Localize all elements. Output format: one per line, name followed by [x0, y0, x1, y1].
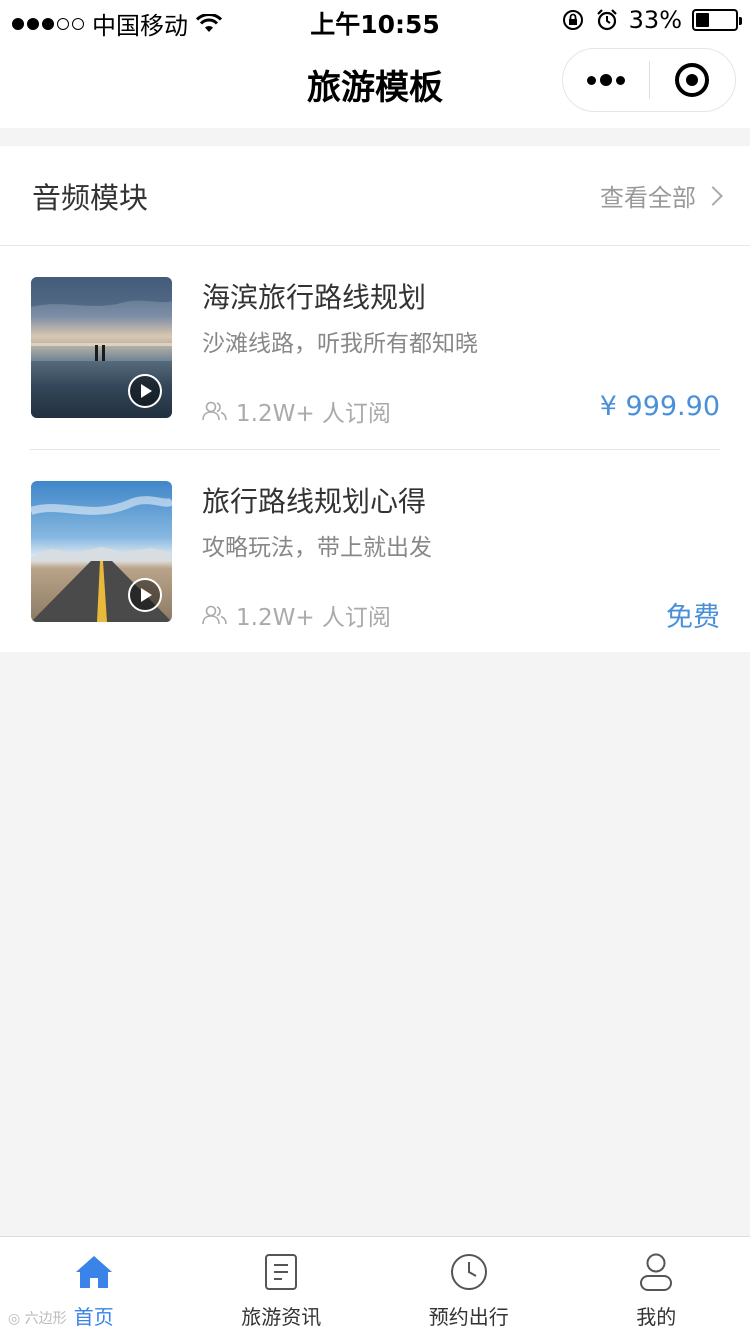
subscriber-label: 1.2W+ 人订阅: [236, 401, 391, 427]
section-header: 音频模块 查看全部: [0, 146, 750, 246]
chevron-right-icon: [703, 185, 723, 206]
item-title: 海滨旅行路线规划: [202, 281, 427, 314]
item-description: 攻略玩法，带上就出发: [202, 535, 432, 561]
subscriber-count: 1.2W+ 人订阅: [202, 394, 391, 428]
users-icon: [202, 605, 227, 625]
home-icon: [71, 1249, 117, 1295]
mini-program-capsule: [562, 48, 736, 112]
battery-fill: [696, 13, 709, 27]
tab-label: 旅游资讯: [241, 1305, 322, 1329]
audio-section: 音频模块 查看全部 海滨旅行路线规划 沙滩线路，听我所有都知晓 1.2W+ 人订…: [0, 146, 750, 652]
close-button[interactable]: [650, 48, 736, 112]
audio-item[interactable]: 海滨旅行路线规划 沙滩线路，听我所有都知晓 1.2W+ 人订阅 ¥ 999.90: [30, 246, 720, 449]
tab-label: 首页: [73, 1305, 114, 1329]
close-target-icon: [675, 63, 710, 97]
road-thumbnail: [31, 481, 172, 622]
play-icon[interactable]: [128, 578, 162, 612]
beach-thumbnail: [31, 277, 172, 418]
status-bar: 中国移动 上午10:55 33%: [0, 0, 750, 40]
tab-travel-news[interactable]: 旅游资讯: [188, 1237, 376, 1334]
nav-bar: 旅游模板: [0, 40, 750, 128]
status-right: 33%: [561, 6, 742, 34]
alarm-icon: [596, 9, 617, 31]
watermark-logo: ◎ 六边形: [8, 1311, 67, 1327]
item-description: 沙滩线路，听我所有都知晓: [202, 331, 478, 357]
section-title: 音频模块: [32, 180, 149, 215]
tab-mine[interactable]: 我的: [563, 1237, 750, 1334]
tab-bar: 首页 旅游资讯 预约出行 我的: [0, 1236, 750, 1334]
app-screen: 中国移动 上午10:55 33% 旅游模板 音频模块 查看全部 海滨旅行路线规划…: [0, 0, 750, 1334]
view-all-link[interactable]: 查看全部: [600, 178, 723, 213]
battery-icon: [692, 9, 742, 31]
document-icon: [258, 1249, 304, 1295]
item-title: 旅行路线规划心得: [202, 485, 427, 518]
user-icon: [633, 1249, 679, 1295]
subscriber-count: 1.2W+ 人订阅: [202, 598, 391, 632]
tab-booking[interactable]: 预约出行: [375, 1237, 563, 1334]
users-icon: [202, 401, 227, 421]
battery-percent: 33%: [628, 6, 682, 34]
tab-label: 我的: [636, 1305, 677, 1329]
item-price: 免费: [666, 602, 720, 633]
view-all-label: 查看全部: [600, 184, 696, 212]
more-dots-icon: [586, 74, 625, 86]
clock-icon: [446, 1249, 492, 1295]
audio-item[interactable]: 旅行路线规划心得 攻略玩法，带上就出发 1.2W+ 人订阅 免费: [30, 449, 720, 652]
item-price: ¥ 999.90: [599, 391, 720, 422]
subscriber-label: 1.2W+ 人订阅: [236, 605, 391, 631]
tab-label: 预约出行: [428, 1305, 509, 1329]
play-icon[interactable]: [128, 374, 162, 408]
more-button[interactable]: [563, 48, 649, 112]
rotation-lock-icon: [562, 10, 583, 30]
